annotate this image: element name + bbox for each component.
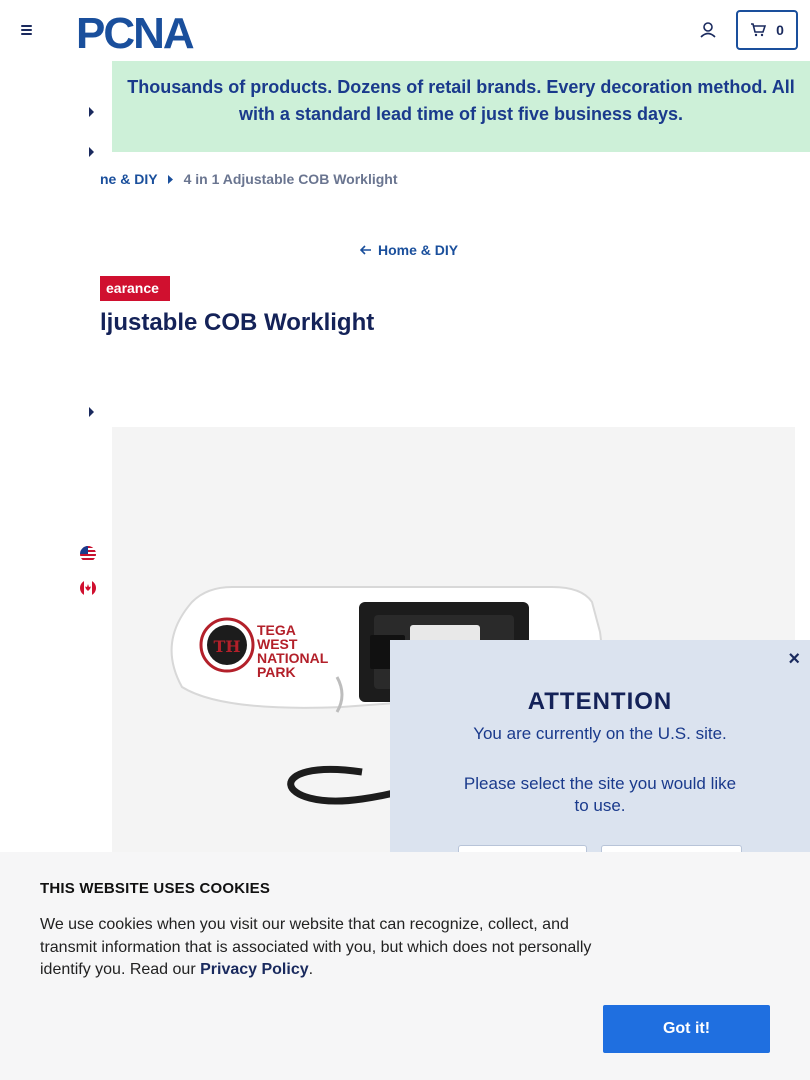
us-flag-icon[interactable] [80, 546, 96, 562]
back-to-category-link[interactable]: Home & DIY [360, 242, 458, 258]
cart-count: 0 [776, 22, 784, 38]
popup-title: ATTENTION [527, 688, 673, 715]
popup-prompt-text: Please select the site you would like to… [463, 774, 737, 815]
breadcrumb: ne & DIY 4 in 1 Adjustable COB Worklight [100, 171, 398, 187]
side-nav-strip [0, 61, 112, 852]
canada-flag-icon[interactable] [80, 580, 96, 596]
hamburger-icon [21, 25, 32, 27]
breadcrumb-current: 4 in 1 Adjustable COB Worklight [183, 171, 398, 187]
back-link-label: Home & DIY [378, 242, 459, 258]
cookie-title: THIS WEBSITE USES COOKIES [40, 880, 271, 897]
pcna-logo[interactable]: PCNA [76, 11, 226, 51]
privacy-policy-link[interactable]: Privacy Policy [200, 961, 309, 978]
cookie-body-end: . [308, 961, 314, 978]
cookie-body-text: We use cookies when you visit our websit… [40, 916, 592, 978]
caret-right-icon [167, 174, 173, 184]
svg-text:TH: TH [213, 637, 240, 656]
cart-icon [751, 23, 767, 37]
caret-right-icon[interactable] [88, 407, 96, 417]
close-icon[interactable]: × [788, 648, 800, 671]
promo-line-1: Thousands of products. Dozens of retail … [127, 77, 795, 97]
svg-text:PCNA: PCNA [76, 11, 194, 51]
product-title: ljustable COB Worklight [100, 309, 375, 336]
clearance-badge: earance [100, 276, 170, 301]
promo-line-2: with a standard lead time of just five b… [238, 104, 684, 124]
imprint-line-4: PARK [257, 664, 296, 680]
cart-button[interactable]: 0 [736, 10, 798, 50]
accept-cookies-button[interactable]: Got it! [603, 1005, 770, 1053]
menu-button[interactable] [18, 20, 38, 40]
popup-current-site-text: You are currently on the U.S. site. [473, 724, 727, 743]
site-header: PCNA 0 [0, 0, 810, 61]
caret-right-icon[interactable] [88, 107, 96, 117]
arrow-left-icon [360, 245, 371, 255]
promo-text: Thousands of products. Dozens of retail … [112, 74, 810, 128]
site-select-popup: × ATTENTION You are currently on the U.S… [390, 640, 810, 881]
cookie-body: We use cookies when you visit our websit… [40, 914, 600, 982]
promo-banner: Thousands of products. Dozens of retail … [112, 61, 810, 152]
cookie-banner: THIS WEBSITE USES COOKIES We use cookies… [0, 852, 810, 1080]
user-icon[interactable] [698, 20, 718, 40]
breadcrumb-home-diy[interactable]: ne & DIY [100, 171, 158, 187]
caret-right-icon[interactable] [88, 147, 96, 157]
